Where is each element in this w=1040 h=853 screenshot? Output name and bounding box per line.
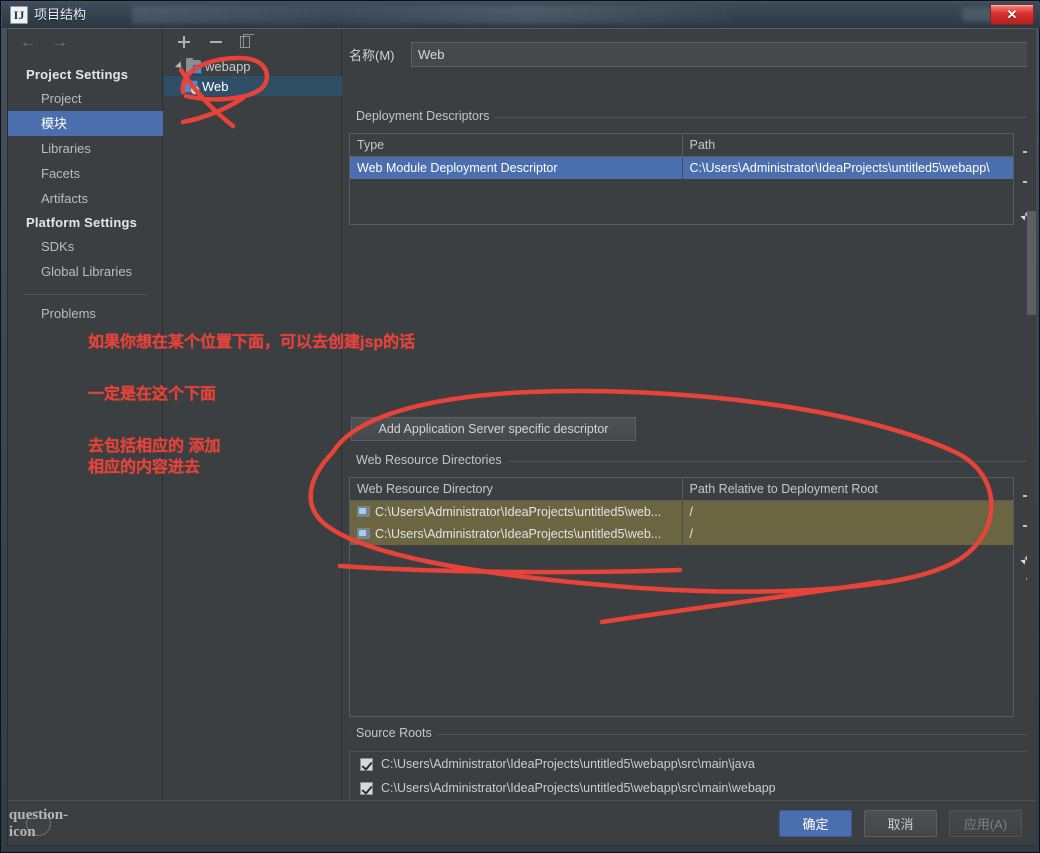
scrollbar-thumb[interactable] [1027, 211, 1036, 315]
question-icon[interactable]: question-icon [9, 807, 68, 840]
back-icon[interactable]: ← [20, 35, 36, 51]
module-tree: webapp Web [164, 56, 342, 96]
title-bar: IJ 项目结构 ✕ [2, 2, 1040, 28]
cell-web-resource-directory: C:\Users\Administrator\IdeaProjects\unti… [350, 500, 683, 523]
project-structure-dialog: ← → Project Settings Project 模块 Librarie… [7, 28, 1036, 846]
sidebar-item-libraries[interactable]: Libraries [8, 136, 163, 161]
table-row[interactable]: C:\Users\Administrator\IdeaProjects\unti… [350, 522, 1013, 545]
column-header-web-resource-directory[interactable]: Web Resource Directory [350, 478, 683, 501]
tree-node-webapp[interactable]: webapp [164, 56, 342, 76]
source-root-checkbox[interactable] [360, 781, 373, 795]
minus-icon[interactable] [208, 34, 224, 50]
deployment-descriptors-table[interactable]: Type Path Web Module Deployment Descript… [349, 133, 1014, 225]
cell-web-resource-directory: C:\Users\Administrator\IdeaProjects\unti… [350, 522, 683, 545]
column-header-relative-path[interactable]: Path Relative to Deployment Root [682, 478, 1013, 501]
web-facet-icon [184, 79, 200, 95]
add-app-server-descriptor-button[interactable]: Add Application Server specific descript… [351, 417, 636, 441]
nav-history-controls: ← → [20, 35, 68, 51]
title-bar-blur-artifact [132, 6, 732, 24]
sidebar-item-facets[interactable]: Facets [8, 161, 163, 186]
sidebar-group-platform-settings: Platform Settings [26, 215, 138, 230]
module-name-input[interactable] [411, 41, 1029, 67]
web-resource-directories-title: Web Resource Directories [351, 453, 507, 467]
web-resource-directories-table[interactable]: Web Resource Directory Path Relative to … [349, 477, 1014, 717]
folder-module-icon [186, 57, 202, 74]
table-row[interactable]: C:\Users\Administrator\IdeaProjects\unti… [350, 500, 1013, 523]
copy-icon[interactable] [240, 34, 254, 48]
sidebar-group-project-settings: Project Settings [26, 67, 129, 82]
cell-relative-path: / [682, 500, 1013, 523]
sidebar-item-project[interactable]: Project [8, 86, 163, 111]
source-roots-title: Source Roots [351, 726, 437, 740]
cell-relative-path: / [682, 522, 1013, 545]
module-settings-content: 名称(M) Deployment Descriptors Type Path [343, 29, 1036, 815]
forward-icon[interactable]: → [52, 35, 68, 51]
module-tree-panel: webapp Web [164, 29, 342, 801]
intellij-idea-icon: IJ [10, 6, 28, 24]
table-row[interactable]: Web Module Deployment Descriptor C:\User… [350, 156, 1013, 179]
content-scrollbar[interactable] [1027, 29, 1036, 801]
web-resource-folder-icon [357, 505, 370, 517]
table-header-row: Type Path [350, 134, 1013, 157]
cell-type: Web Module Deployment Descriptor [350, 156, 683, 179]
window-title: 项目结构 [34, 7, 87, 22]
module-name-label: 名称(M) [349, 47, 395, 63]
cancel-button[interactable]: 取消 [864, 810, 937, 837]
sidebar-item-modules[interactable]: 模块 [8, 111, 163, 136]
plus-icon[interactable] [176, 34, 192, 50]
window-frame: IJ 项目结构 ✕ ← → Project Settings Project 模… [0, 0, 1040, 853]
close-icon[interactable]: ✕ [990, 4, 1034, 25]
chevron-down-icon[interactable] [172, 61, 186, 71]
module-name-row: 名称(M) [349, 41, 1029, 67]
column-header-path[interactable]: Path [682, 134, 1013, 157]
sidebar-item-artifacts[interactable]: Artifacts [8, 186, 163, 211]
tree-node-web[interactable]: Web [164, 76, 342, 96]
source-root-path: C:\Users\Administrator\IdeaProjects\unti… [381, 781, 776, 795]
module-tree-toolbar [164, 29, 342, 54]
table-header-row: Web Resource Directory Path Relative to … [350, 478, 1013, 501]
settings-sidebar: ← → Project Settings Project 模块 Librarie… [8, 29, 163, 801]
source-root-checkbox[interactable] [360, 757, 373, 771]
sidebar-item-problems[interactable]: Problems [8, 301, 163, 326]
list-item[interactable]: C:\Users\Administrator\IdeaProjects\unti… [350, 776, 1034, 800]
ok-button[interactable]: 确定 [779, 810, 852, 837]
deployment-descriptors-title: Deployment Descriptors [351, 109, 495, 123]
sidebar-list: Project Settings Project 模块 Libraries Fa… [8, 63, 163, 326]
column-header-type[interactable]: Type [350, 134, 683, 157]
footer-button-group: 确定 取消 应用(A) [779, 810, 1022, 837]
tree-node-label: webapp [205, 58, 251, 74]
sidebar-item-global-libraries[interactable]: Global Libraries [8, 259, 163, 284]
source-root-path: C:\Users\Administrator\IdeaProjects\unti… [381, 757, 755, 771]
web-resource-folder-icon [357, 527, 370, 539]
sidebar-item-sdks[interactable]: SDKs [8, 234, 163, 259]
sidebar-divider [22, 294, 149, 295]
cell-path: C:\Users\Administrator\IdeaProjects\unti… [682, 156, 1013, 179]
tree-node-label: Web [202, 78, 229, 94]
dialog-footer: question-icon 确定 取消 应用(A) [8, 800, 1036, 845]
list-item[interactable]: C:\Users\Administrator\IdeaProjects\unti… [350, 752, 1034, 776]
apply-button[interactable]: 应用(A) [949, 810, 1022, 837]
